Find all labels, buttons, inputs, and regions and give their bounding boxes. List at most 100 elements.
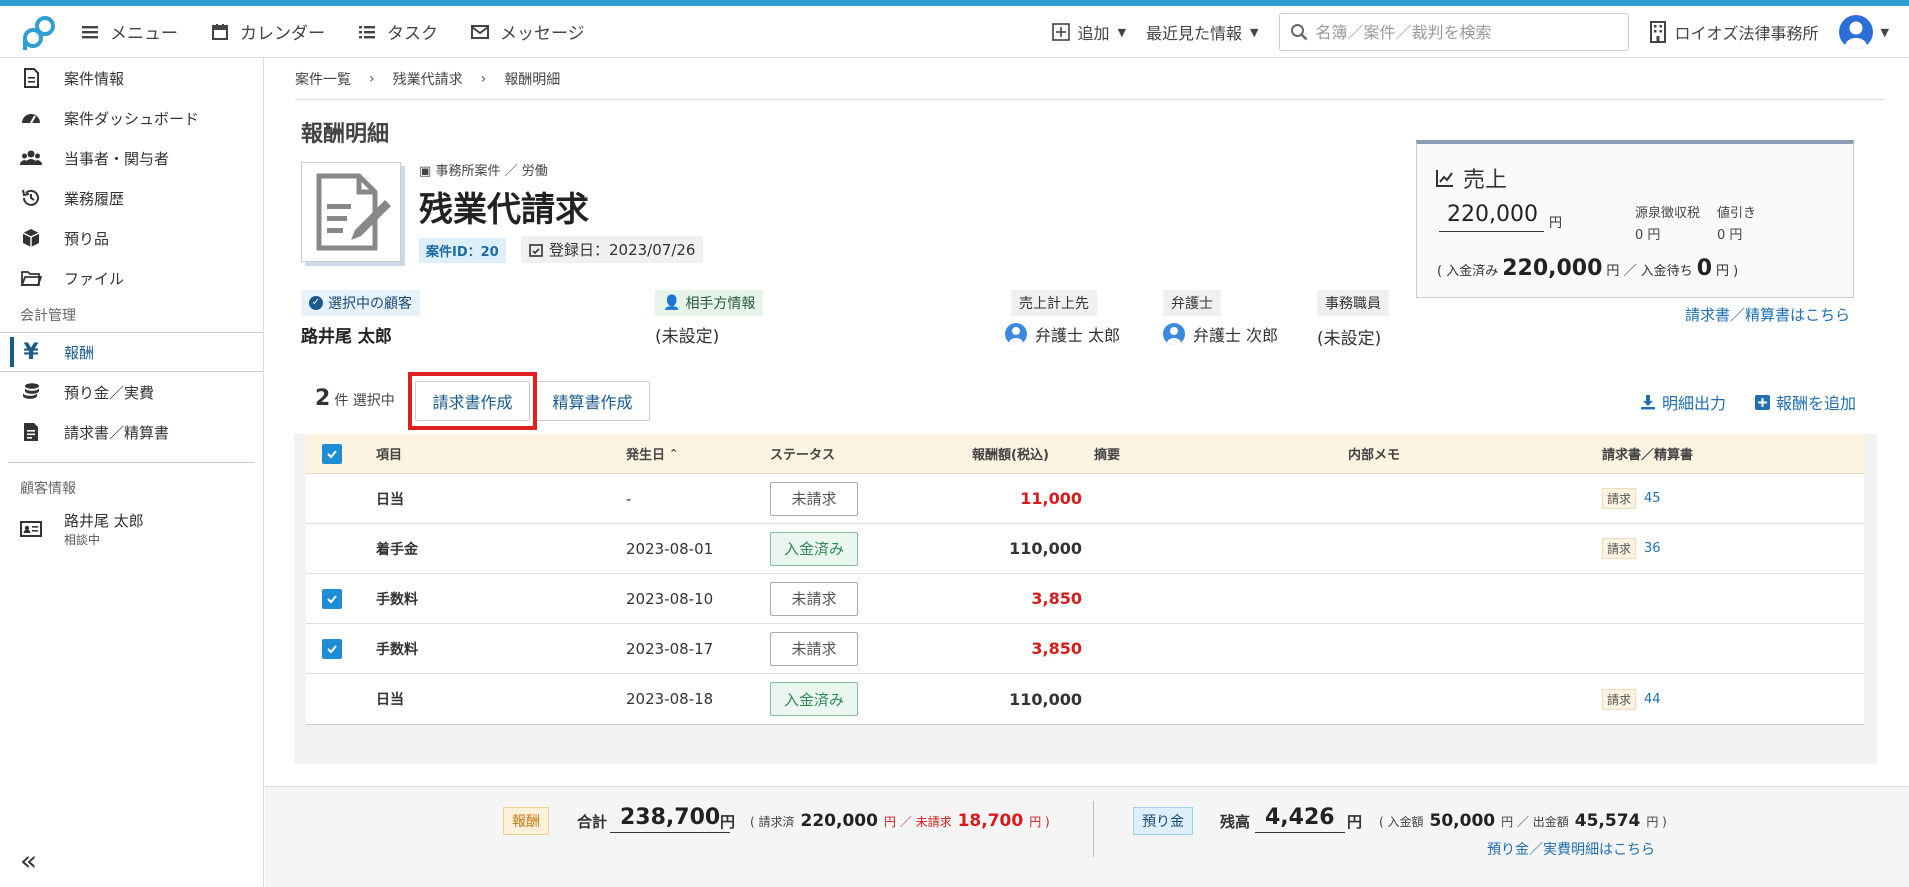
sidebar-item-case-info[interactable]: 案件情報 xyxy=(0,58,263,98)
row-checkbox-empty[interactable] xyxy=(322,524,342,573)
calendar-icon xyxy=(212,23,228,40)
people-icon xyxy=(20,150,42,165)
invoice-number[interactable]: 45 xyxy=(1644,491,1661,506)
user-avatar[interactable] xyxy=(1838,15,1873,49)
table-row[interactable]: 手数料 2023-08-17 未請求 3,850 xyxy=(306,624,1864,674)
building-icon: ▣ xyxy=(419,164,432,179)
cell-item: 着手金 xyxy=(376,541,418,558)
breadcrumb-case[interactable]: 残業代請求 xyxy=(393,69,463,89)
user-icon xyxy=(1844,21,1867,49)
nav-message[interactable]: メッセージ xyxy=(470,19,585,44)
cell-invoice[interactable]: 請求 45 xyxy=(1602,474,1661,523)
collapse-sidebar-icon[interactable]: « xyxy=(20,844,37,877)
recent-menu-button[interactable]: 最近見た情報 ▼ xyxy=(1146,20,1258,44)
sidebar-item-deposited-items[interactable]: 預り品 xyxy=(0,218,263,258)
cell-date: - xyxy=(626,489,632,508)
chevron-down-icon[interactable]: ▼ xyxy=(1881,26,1889,39)
paid-mid: 円 ／ 入金待ち xyxy=(1606,264,1693,279)
footer-divider xyxy=(1093,801,1094,857)
sidebar-item-history[interactable]: 業務履歴 xyxy=(0,178,263,218)
table-row[interactable]: 日当 - 未請求 11,000 請求 45 xyxy=(306,474,1864,524)
sidebar-section-accounting: 会計管理 xyxy=(20,308,76,324)
col-date-label: 発生日 xyxy=(626,448,666,463)
chevron-down-icon: ▼ xyxy=(1117,25,1127,39)
table-row[interactable]: 日当 2023-08-18 入金済み 110,000 請求 44 xyxy=(306,674,1864,724)
sales-yen: 円 xyxy=(1549,216,1563,231)
out-amount: 45,574 xyxy=(1574,811,1641,831)
main-content: 案件一覧 › 残業代請求 › 報酬明細 報酬明細 ▣ 事務所案件 ／ 労働 残業… xyxy=(265,58,1909,786)
row-checkbox-empty[interactable] xyxy=(322,474,342,523)
check-icon xyxy=(327,449,337,458)
balance-yen: 円 xyxy=(1347,813,1363,831)
nav-menu[interactable]: メニュー xyxy=(80,19,178,44)
invoice-number[interactable]: 36 xyxy=(1644,541,1661,556)
row-checkbox[interactable] xyxy=(322,574,342,623)
chevron-down-icon: ▼ xyxy=(1250,25,1259,39)
sidebar-item-dashboard[interactable]: 案件ダッシュボード xyxy=(0,98,263,138)
invoice-icon xyxy=(24,423,38,441)
pending-amount: 0 xyxy=(1696,256,1712,281)
deposit-detail-link[interactable]: 預り金／実費明細はこちら xyxy=(1487,839,1655,859)
unbilled-amount: 18,700 xyxy=(957,811,1024,831)
add-menu-button[interactable]: 追加 ▼ xyxy=(1051,20,1127,44)
col-memo: 内部メモ xyxy=(1348,448,1401,463)
sidebar-item-parties[interactable]: 当事者・関与者 xyxy=(0,138,263,178)
unbilled-label: 円 ／ 未請求 xyxy=(883,815,952,829)
folder-icon xyxy=(20,271,42,286)
calendar-check-icon xyxy=(529,243,543,257)
status-badge[interactable]: 未請求 xyxy=(770,581,858,616)
status-badge[interactable]: 入金済み xyxy=(770,531,858,566)
sidebar-item-fees[interactable]: ¥ 報酬 xyxy=(0,332,263,372)
create-invoice-button[interactable]: 請求書作成 xyxy=(415,381,530,421)
selected-client-name[interactable]: 路井尾 太郎 xyxy=(301,322,392,347)
global-search[interactable] xyxy=(1278,13,1629,51)
cell-invoice[interactable]: 請求 36 xyxy=(1602,524,1661,573)
menu-icon xyxy=(82,25,98,38)
create-settlement-button[interactable]: 精算書作成 xyxy=(535,381,650,421)
status-badge[interactable]: 未請求 xyxy=(770,631,858,666)
dashboard-icon xyxy=(22,114,40,124)
paid-suffix: 円 ) xyxy=(1716,264,1739,279)
app-header: メニュー カレンダー タスク メッセージ 追加 ▼ 最近見た情報 ▼ ロイオズ法… xyxy=(0,6,1909,58)
sales-title-text: 売上 xyxy=(1463,168,1508,193)
table-row[interactable]: 着手金 2023-08-01 入金済み 110,000 請求 36 xyxy=(306,524,1864,574)
row-checkbox[interactable] xyxy=(322,624,342,673)
selected-count-number: 2 xyxy=(315,386,331,411)
office-name: ロイオズ法律事務所 xyxy=(1674,24,1819,43)
sidebar-item-invoices[interactable]: 請求書／精算書 xyxy=(0,412,263,452)
cell-invoice[interactable]: 請求 44 xyxy=(1602,674,1661,724)
search-input[interactable] xyxy=(1315,22,1616,42)
office-selector[interactable]: ロイオズ法律事務所 xyxy=(1649,20,1819,44)
breadcrumb-current: 報酬明細 xyxy=(504,71,561,88)
sales-to-tag: 売上計上先 xyxy=(1011,290,1097,316)
select-all-checkbox[interactable] xyxy=(322,434,342,473)
status-badge[interactable]: 入金済み xyxy=(770,682,858,716)
plus-square-icon xyxy=(1051,23,1070,41)
col-date[interactable]: 発生日 ⌃ xyxy=(626,434,678,473)
nav-task[interactable]: タスク xyxy=(357,19,438,44)
nav-calendar[interactable]: カレンダー xyxy=(210,19,325,44)
breadcrumb-case-list[interactable]: 案件一覧 xyxy=(295,69,351,89)
case-category-text: 事務所案件 ／ 労働 xyxy=(435,164,548,179)
user-icon xyxy=(1005,323,1027,345)
nav-calendar-label: カレンダー xyxy=(240,24,325,44)
nav-task-label: タスク xyxy=(387,24,438,44)
balance-amount: 4,426 xyxy=(1255,805,1345,833)
fee-table-container: 項目 発生日 ⌃ ステータス 報酬額(税込) 摘要 内部メモ 請求書／精算書 日… xyxy=(294,434,1877,764)
add-fee-link[interactable]: 報酬を追加 xyxy=(1755,390,1856,414)
invoice-number[interactable]: 44 xyxy=(1644,692,1661,707)
status-badge[interactable]: 未請求 xyxy=(770,481,858,516)
nav-message-label: メッセージ xyxy=(500,24,585,44)
export-link[interactable]: 明細出力 xyxy=(1640,390,1726,414)
row-checkbox-empty[interactable] xyxy=(322,674,342,724)
cell-amount: 3,850 xyxy=(1031,589,1082,608)
sidebar-item-label: 業務履歴 xyxy=(64,189,125,208)
app-logo[interactable] xyxy=(0,13,80,51)
sidebar-item-label: ファイル xyxy=(64,269,125,288)
invoice-link[interactable]: 請求書／精算書はこちら xyxy=(1685,304,1850,325)
cell-date: 2023-08-17 xyxy=(626,639,714,658)
sidebar-item-files[interactable]: ファイル xyxy=(0,258,263,298)
sidebar-item-client[interactable]: 路井尾 太郎 相談中 xyxy=(0,505,263,553)
sidebar-item-deposits[interactable]: 預り金／実費 xyxy=(0,372,263,412)
table-row[interactable]: 手数料 2023-08-10 未請求 3,850 xyxy=(306,574,1864,624)
